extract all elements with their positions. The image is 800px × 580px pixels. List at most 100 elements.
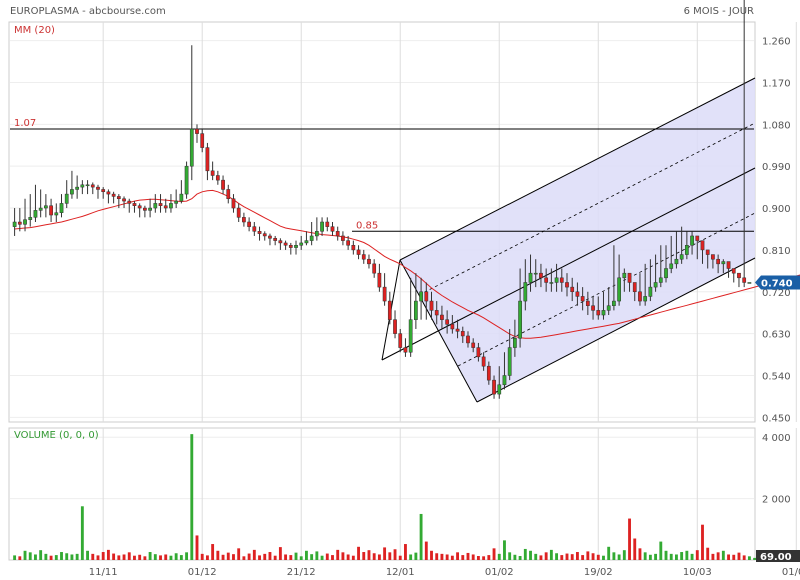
candle-down [205, 147, 210, 172]
candle-down [96, 186, 100, 190]
candle-down [330, 226, 335, 232]
volume-bar [617, 554, 621, 560]
volume-bar [591, 553, 595, 560]
volume-bar [456, 552, 459, 560]
x-tick-label: 01/02 [485, 567, 514, 578]
candle-down [476, 347, 481, 358]
candle-up [601, 310, 606, 316]
candle-down [455, 328, 460, 332]
candle-up [679, 254, 684, 260]
candle-down [726, 261, 731, 269]
candle-down [17, 221, 22, 225]
volume-bar [143, 556, 147, 560]
candle-up [153, 203, 158, 209]
candle-up [528, 272, 533, 283]
volume-legend: VOLUME (0, 0, 0) [14, 430, 99, 441]
volume-bar [252, 549, 256, 560]
volume-bar [331, 555, 334, 560]
volume-bar [122, 554, 126, 560]
candle-up [33, 210, 38, 218]
candle-down [278, 240, 283, 244]
candle-up [414, 300, 418, 320]
volume-bar [34, 554, 37, 560]
volume-bar [555, 553, 559, 560]
candle-up [304, 240, 309, 244]
volume-bar [560, 555, 564, 560]
candle-down [283, 242, 288, 246]
volume-bar [643, 552, 647, 560]
volume-bar [471, 554, 475, 560]
candle-down [382, 286, 387, 302]
candle-down [273, 238, 278, 241]
candle-down [580, 296, 585, 302]
candle-down [122, 198, 126, 202]
volume-bar [570, 554, 574, 560]
candle-up [148, 207, 152, 211]
candle-down [90, 184, 95, 188]
candle-up [184, 165, 189, 195]
volume-bar [367, 550, 371, 560]
volume-bar [518, 556, 522, 560]
volume-bar [200, 553, 204, 560]
volume-bar [727, 554, 730, 560]
volume-bar [440, 553, 444, 560]
volume-bar [430, 550, 433, 560]
candle-up [606, 305, 611, 311]
volume-bar [680, 552, 684, 560]
volume-bar [404, 544, 407, 560]
volume-bar [612, 552, 616, 560]
candle-up [533, 272, 538, 275]
volume-bar [190, 434, 194, 560]
x-tick-label: 10/03 [683, 567, 712, 578]
candle-down [466, 335, 470, 344]
volume-bar [112, 553, 116, 560]
volume-bar [299, 556, 303, 560]
candle-up [497, 384, 502, 395]
candle-down [221, 179, 225, 190]
candle-down [158, 203, 163, 206]
last-price-badge: 0.740 [755, 275, 800, 290]
volume-bar [497, 553, 501, 560]
volume-tick-label: 2 000 [762, 495, 791, 506]
candle-down [403, 347, 408, 353]
candle-down [544, 277, 549, 283]
volume-bar [388, 552, 392, 560]
volume-bar [383, 547, 387, 560]
y-tick-label: 0.540 [762, 371, 791, 382]
volume-bar [753, 557, 757, 560]
volume-bar [409, 554, 413, 560]
candle-down [200, 133, 205, 148]
candle-down [627, 272, 632, 283]
candle-down [262, 233, 267, 237]
volume-bar [205, 555, 209, 560]
volume-panel-frame [8, 427, 756, 561]
x-tick-label: 01/04 [782, 567, 800, 578]
volume-bar [169, 555, 173, 560]
y-tick-label: 0.990 [762, 162, 791, 173]
volume-bar [164, 554, 168, 560]
volume-bar [268, 552, 272, 560]
volume-bar [487, 555, 491, 560]
candle-up [549, 282, 554, 284]
volume-bar [638, 548, 642, 560]
volume-bar [179, 555, 183, 560]
volume-bar [721, 550, 725, 560]
volume-bar [54, 555, 58, 560]
volume-bar [664, 550, 668, 560]
candle-down [116, 196, 121, 199]
candle-up [648, 286, 653, 297]
volume-bar [44, 553, 48, 560]
volume-bar [148, 552, 152, 560]
volume-bar [372, 553, 376, 560]
candle-down [705, 249, 710, 255]
volume-bar [159, 555, 162, 560]
candle-down [236, 207, 241, 218]
candle-up [294, 245, 298, 248]
volume-bar [492, 548, 496, 560]
volume-bar [75, 553, 79, 560]
candle-down [471, 342, 476, 348]
volume-bar [336, 549, 340, 560]
candle-up [721, 261, 726, 265]
candle-up [54, 212, 59, 216]
candle-up [408, 319, 413, 353]
